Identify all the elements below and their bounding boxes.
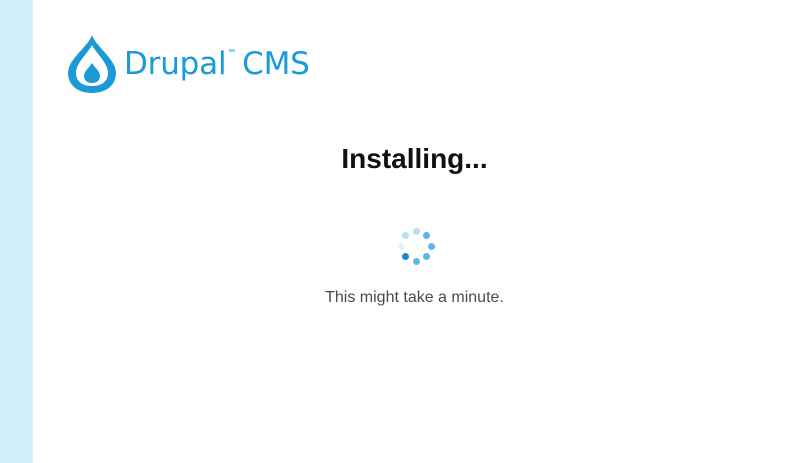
spinner-dot xyxy=(427,242,435,250)
drupal-cms-logo: Drupal ™ CMS xyxy=(66,32,310,96)
spinner-dot xyxy=(423,231,431,239)
installer-page: Drupal ™ CMS Installing... This might ta… xyxy=(0,0,796,463)
drupal-drop-icon xyxy=(68,35,116,93)
page-title: Installing... xyxy=(341,143,488,174)
logo-cms-text: CMS xyxy=(242,45,310,82)
loading-spinner-icon xyxy=(396,226,436,266)
side-strip xyxy=(0,0,33,463)
logo-trademark: ™ xyxy=(227,48,237,59)
spinner-dot xyxy=(412,257,420,265)
spinner-dot xyxy=(412,227,420,235)
logo-wordmark: Drupal ™ CMS xyxy=(124,45,310,82)
spinner-dot xyxy=(401,231,409,239)
spinner-dot xyxy=(423,253,431,261)
spinner-dot xyxy=(397,242,405,250)
install-message: This might take a minute. xyxy=(325,289,504,306)
spinner-dot xyxy=(401,253,409,261)
logo-drupal-text: Drupal xyxy=(124,45,227,82)
